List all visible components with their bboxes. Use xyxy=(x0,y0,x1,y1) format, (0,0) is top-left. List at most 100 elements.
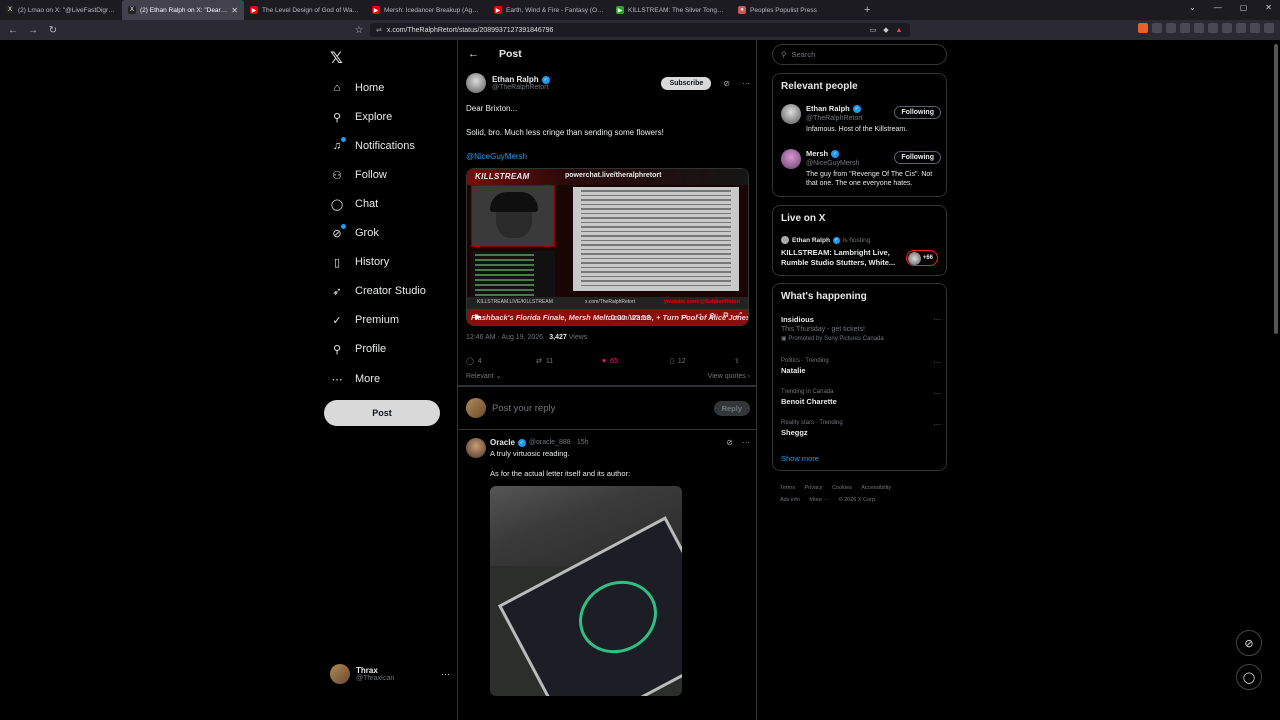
post-timestamp[interactable]: 12:46 AM · Aug 19, 2026 · xyxy=(466,334,549,341)
share-action[interactable]: ⇪ xyxy=(734,357,740,365)
more-options-icon[interactable]: ··· xyxy=(933,358,941,367)
browser-tab[interactable]: ▶ Mersh: Icedancer Breakup (Again), L xyxy=(366,0,488,20)
avatar[interactable] xyxy=(466,73,486,93)
browser-tab[interactable]: X (2) Lmao on X: "@LiveFastDigress @ xyxy=(0,0,122,20)
reply-button[interactable]: Reply xyxy=(713,400,750,416)
search-input[interactable]: ⚲ Search xyxy=(772,44,947,65)
browser-tab[interactable]: ▶ Earth, Wind & Fire - Fantasy (Official xyxy=(488,0,610,20)
volume-icon[interactable]: ◁ xyxy=(696,312,701,320)
maximize-icon[interactable]: ▢ xyxy=(1240,3,1248,12)
extension-icon[interactable] xyxy=(1194,23,1204,33)
footer-link[interactable]: Accessibility xyxy=(861,485,891,491)
sidebar-item-chat[interactable]: ◯ Chat xyxy=(330,194,378,214)
more-options-icon[interactable]: ··· xyxy=(742,438,750,447)
play-icon[interactable]: ▶ xyxy=(475,312,481,321)
reply-action[interactable]: ◯ 4 xyxy=(466,357,536,366)
back-arrow-icon[interactable]: ← xyxy=(468,48,479,60)
sidebar-item-history[interactable]: ▯ History xyxy=(330,252,389,272)
sort-dropdown[interactable]: Relevant ⌄ xyxy=(466,372,501,380)
trend-item[interactable]: Trending in Canada Benoit Charette ··· xyxy=(781,389,941,406)
more-options-icon[interactable]: ··· xyxy=(933,420,941,429)
browser-tab[interactable]: ▶ KILLSTREAM: The Silver Tongued Do xyxy=(610,0,732,20)
video-player[interactable]: KILLSTREAM powerchat.live/theralphretort… xyxy=(466,168,749,326)
alert-icon[interactable]: ▲ xyxy=(894,26,904,36)
browser-tab[interactable]: X (2) Ethan Ralph on X: "Dear Brixt ✕ xyxy=(122,0,244,20)
messages-fab[interactable]: ◯ xyxy=(1236,664,1262,690)
author-handle[interactable]: @TheRalphRetort xyxy=(492,84,550,91)
bookmark-page-icon[interactable]: ☆ xyxy=(352,23,366,37)
sidebar-item-explore[interactable]: ⚲ Explore xyxy=(330,107,392,127)
show-more-link[interactable]: Show more xyxy=(781,454,819,463)
sidebar-item-creator-studio[interactable]: ➶ Creator Studio xyxy=(330,281,426,301)
close-window-icon[interactable]: ✕ xyxy=(1265,3,1272,12)
tab-list-icon[interactable]: ⌄ xyxy=(1189,3,1196,12)
following-button[interactable]: Following xyxy=(894,106,941,119)
reload-icon[interactable]: ↻ xyxy=(46,23,60,37)
scrollbar[interactable] xyxy=(1274,44,1278,334)
sidebar-item-grok[interactable]: ⊘ Grok xyxy=(330,223,379,243)
author-name[interactable]: Ethan Ralph xyxy=(492,75,539,84)
captions-icon[interactable]: ▭ xyxy=(681,312,688,320)
trend-item[interactable]: Insidious This Thursday - get tickets! ▣… xyxy=(781,315,941,342)
fullscreen-icon[interactable]: ⤢ xyxy=(736,312,742,320)
extension-icon[interactable] xyxy=(1138,23,1148,33)
live-on-x-card[interactable]: Live on X Ethan Ralph ✓ is hosting KILLS… xyxy=(772,205,947,276)
extension-icon[interactable] xyxy=(1222,23,1232,33)
trend-item[interactable]: Politics · Trending Natalie ··· xyxy=(781,358,941,375)
following-button[interactable]: Following xyxy=(894,151,941,164)
more-options-icon[interactable]: ··· xyxy=(933,389,941,398)
browser-tab[interactable]: ● Peoples Populist Press xyxy=(732,0,854,20)
sidebar-item-home[interactable]: ⌂ Home xyxy=(330,78,385,98)
extension-icon[interactable] xyxy=(1152,23,1162,33)
account-switcher[interactable]: Thrax @ThraxIcan ··· xyxy=(330,662,450,686)
footer-link[interactable]: Cookies xyxy=(832,485,852,491)
reply-image[interactable] xyxy=(490,486,682,696)
reply-input[interactable]: Post your reply xyxy=(492,403,555,414)
bookmark-action[interactable]: ▯ 12 xyxy=(670,357,734,366)
person-row[interactable]: Ethan Ralph ✓ @TheRalphRetort Infamous. H… xyxy=(781,104,941,134)
x-logo[interactable]: 𝕏 xyxy=(330,48,343,68)
forward-icon[interactable]: → xyxy=(26,23,40,37)
more-options-icon[interactable]: ··· xyxy=(441,669,450,679)
sidebar-item-profile[interactable]: ⚲ Profile xyxy=(330,339,386,359)
settings-icon[interactable]: ⚙ xyxy=(709,312,715,320)
sidebar-item-notifications[interactable]: ♫ Notifications xyxy=(330,136,415,156)
reader-view-icon[interactable]: ▭ xyxy=(868,26,878,36)
extension-icon[interactable] xyxy=(1166,23,1176,33)
footer-link[interactable]: Ads info xyxy=(780,497,800,503)
site-info-icon[interactable]: ⇌ xyxy=(376,26,382,34)
extension-icon[interactable] xyxy=(1236,23,1246,33)
footer-link[interactable]: Terms xyxy=(780,485,795,491)
reply-handle[interactable]: @oracle_888 · 15h xyxy=(529,439,589,446)
extension-icon[interactable] xyxy=(1208,23,1218,33)
more-options-icon[interactable]: ··· xyxy=(933,315,941,324)
footer-link[interactable]: Privacy xyxy=(805,485,823,491)
repost-action[interactable]: ⇄ 11 xyxy=(536,357,602,366)
shield-icon[interactable]: ◆ xyxy=(881,26,891,36)
grok-icon[interactable]: ⊘ xyxy=(726,438,733,447)
close-tab-icon[interactable]: ✕ xyxy=(231,6,238,15)
person-row[interactable]: Mersh ✓ @NiceGuyMersh The guy from "Reven… xyxy=(781,149,941,188)
new-tab-button[interactable]: + xyxy=(854,4,880,16)
grok-fab[interactable]: ⊘ xyxy=(1236,630,1262,656)
url-bar[interactable]: ⇌ x.com/TheRalphRetort/status/2089937127… xyxy=(370,23,910,37)
post-button[interactable]: Post xyxy=(324,400,440,426)
footer-link[interactable]: More ··· xyxy=(809,497,829,503)
mention-link[interactable]: @NiceGuyMersh xyxy=(466,151,750,162)
pip-icon[interactable]: ⧉ xyxy=(723,312,728,320)
subscribe-button[interactable]: Subscribe xyxy=(661,76,712,90)
like-action[interactable]: ♥ 65 xyxy=(602,358,670,365)
grok-icon[interactable]: ⊘ xyxy=(723,79,730,88)
extension-icon[interactable] xyxy=(1180,23,1190,33)
menu-icon[interactable] xyxy=(1264,23,1274,33)
reply-author[interactable]: Oracle xyxy=(490,438,515,447)
minimize-icon[interactable]: — xyxy=(1214,3,1222,12)
sidebar-item-follow[interactable]: ⚇ Follow xyxy=(330,165,387,185)
back-icon[interactable]: ← xyxy=(6,23,20,37)
sidebar-item-premium[interactable]: ✓ Premium xyxy=(330,310,399,330)
browser-tab[interactable]: ▶ The Level Design of God of War - Yo xyxy=(244,0,366,20)
trend-item[interactable]: Reality stars · Trending Sheggz ··· xyxy=(781,420,941,437)
view-quotes-link[interactable]: View quotes › xyxy=(708,373,750,380)
extension-icon[interactable] xyxy=(1250,23,1260,33)
avatar[interactable] xyxy=(466,438,486,458)
